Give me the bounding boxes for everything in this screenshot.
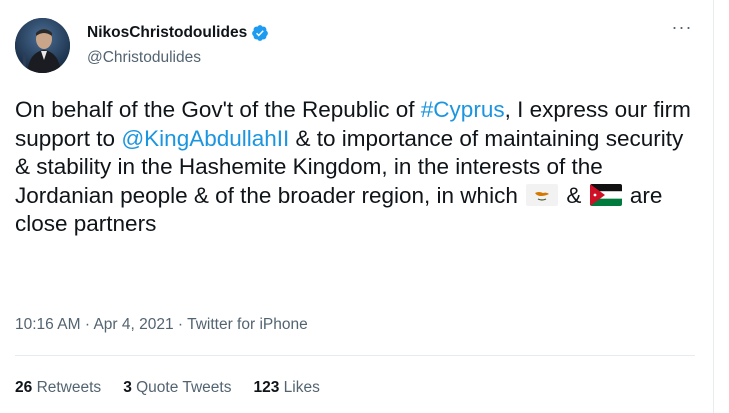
meta-separator: · bbox=[84, 316, 90, 333]
tweet-text-segment: & bbox=[560, 182, 588, 208]
tweet-card: NikosChristodoulides @Christodulides ···… bbox=[0, 0, 714, 413]
author-handle[interactable]: @Christodulides bbox=[87, 49, 201, 67]
divider bbox=[15, 355, 695, 356]
tweet-text-segment: On behalf of the Gov't of the Republic o… bbox=[15, 97, 421, 122]
likes-count: 123 bbox=[253, 379, 280, 396]
quote-tweets-label: Quote Tweets bbox=[136, 379, 232, 396]
avatar-portrait bbox=[15, 18, 70, 73]
author-name-row[interactable]: NikosChristodoulides bbox=[87, 23, 269, 43]
retweets-count: 26 bbox=[15, 379, 33, 396]
quote-tweets-count: 3 bbox=[123, 379, 132, 396]
author-display-name[interactable]: NikosChristodoulides bbox=[87, 24, 247, 42]
verified-badge-icon bbox=[252, 25, 269, 41]
hashtag-cyprus-link[interactable]: #Cyprus bbox=[421, 97, 505, 122]
cyprus-flag-icon bbox=[526, 183, 559, 206]
avatar[interactable] bbox=[15, 18, 70, 73]
meta-separator: · bbox=[177, 316, 184, 333]
tweet-text: On behalf of the Gov't of the Republic o… bbox=[15, 96, 695, 239]
tweet-source[interactable]: Twitter for iPhone bbox=[187, 316, 308, 333]
retweets-stat[interactable]: 26 Retweets bbox=[15, 379, 101, 397]
tweet-stats: 26 Retweets 3 Quote Tweets 123 Likes bbox=[15, 379, 320, 397]
retweets-label: Retweets bbox=[36, 379, 102, 396]
more-options-button[interactable]: ··· bbox=[670, 18, 694, 40]
quote-tweets-stat[interactable]: 3 Quote Tweets bbox=[123, 379, 231, 397]
mention-kingabdullah-link[interactable]: @KingAbdullahII bbox=[121, 126, 289, 151]
tweet-date[interactable]: Apr 4, 2021 bbox=[93, 316, 173, 333]
likes-label: Likes bbox=[283, 379, 320, 396]
tweet-meta: 10:16 AM · Apr 4, 2021 · Twitter for iPh… bbox=[15, 316, 308, 334]
likes-stat[interactable]: 123 Likes bbox=[253, 379, 319, 397]
jordan-flag-icon bbox=[589, 183, 622, 206]
tweet-time[interactable]: 10:16 AM bbox=[15, 316, 81, 333]
